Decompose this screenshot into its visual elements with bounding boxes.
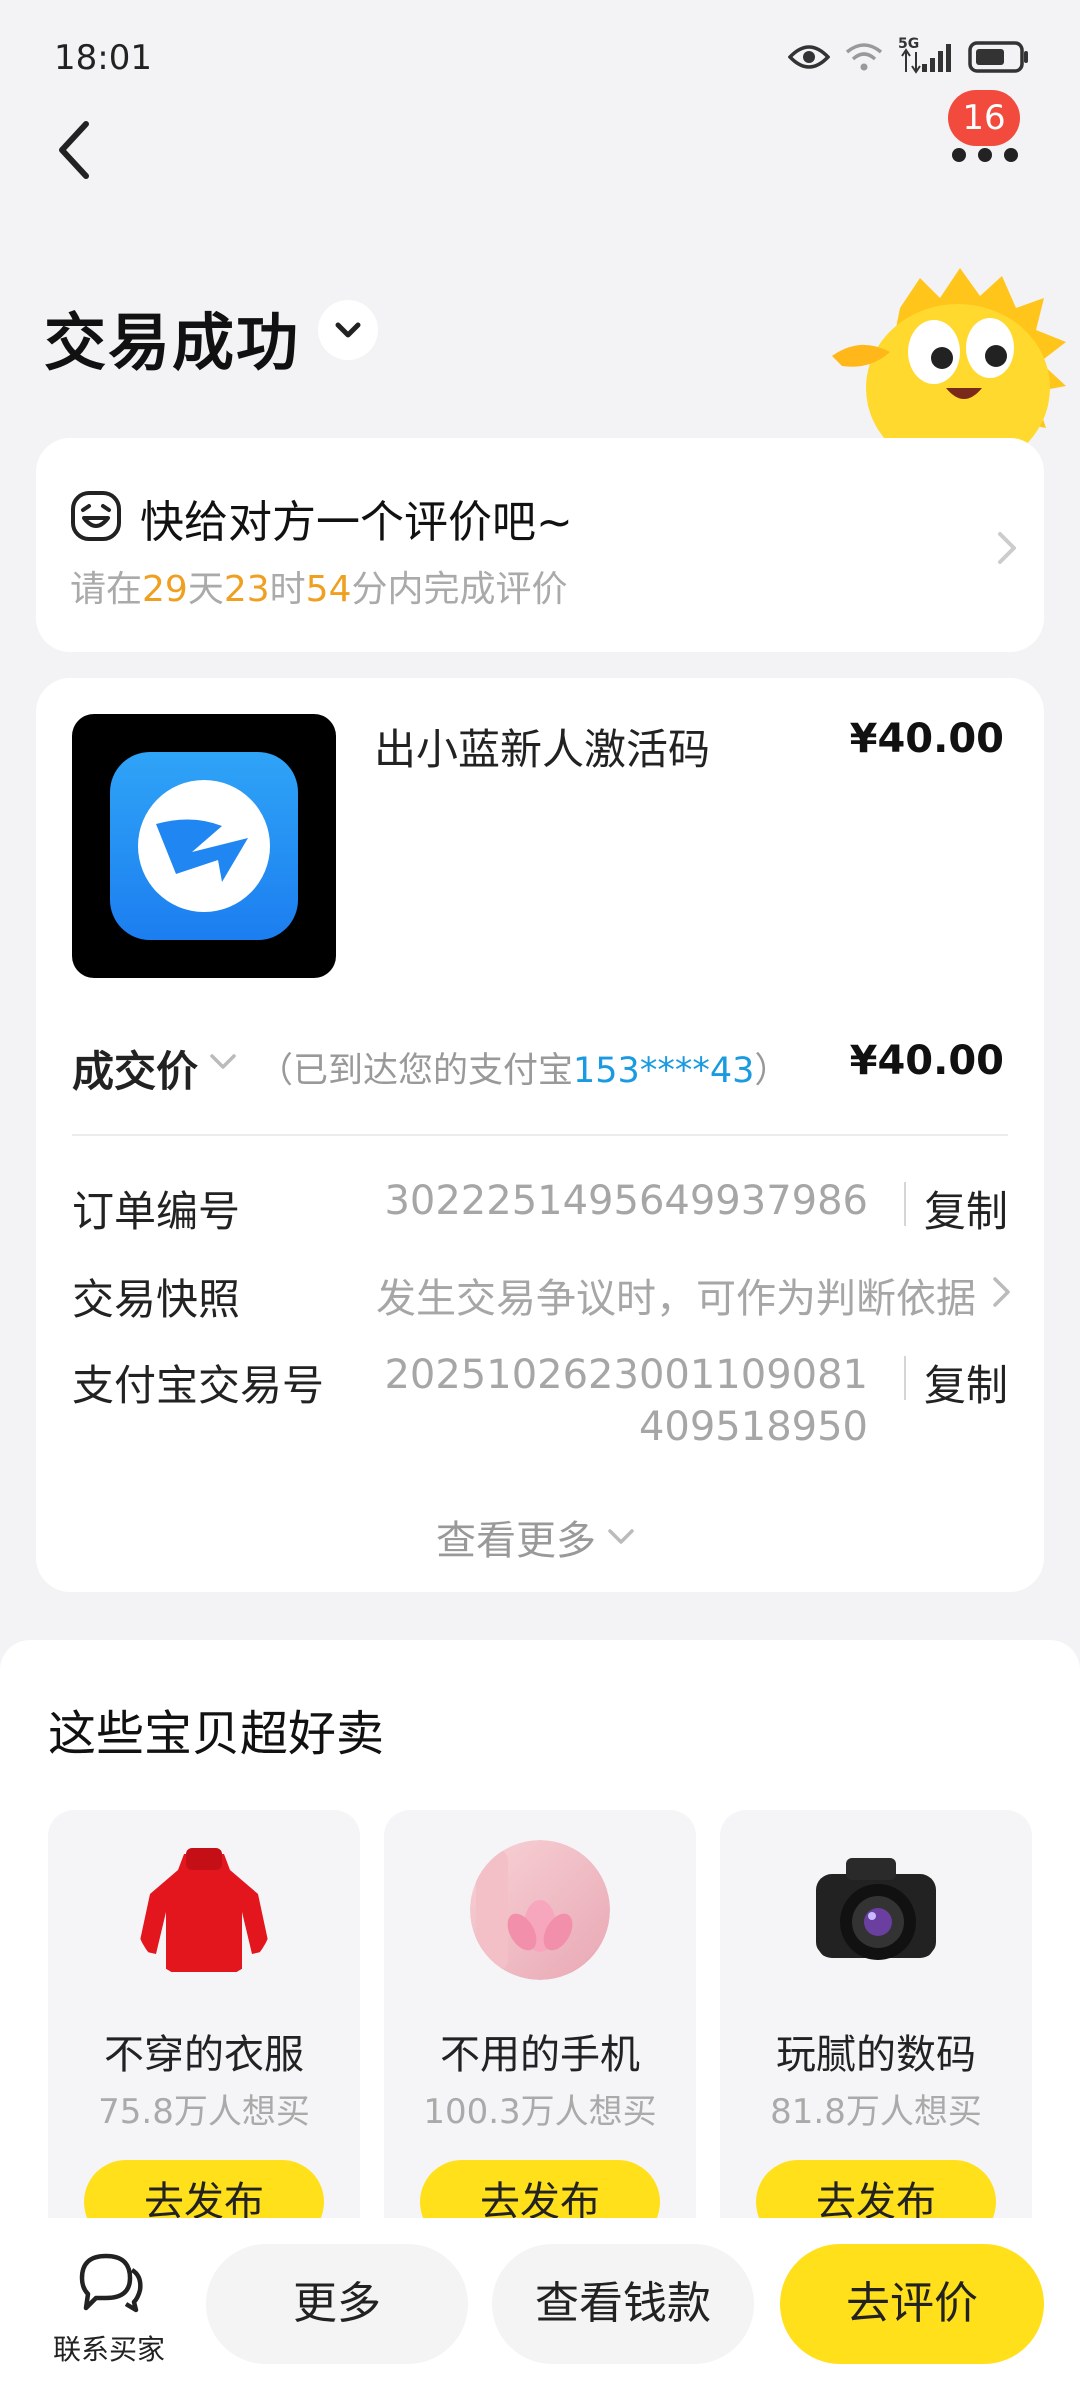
divider (904, 1356, 906, 1400)
divider (72, 1134, 1008, 1136)
chat-icon (79, 2253, 143, 2313)
deal-price-note: （已到达您的支付宝153****43） (258, 1042, 789, 1093)
chevron-right-icon[interactable] (990, 1274, 1014, 1310)
product-price: ¥40.00 (849, 716, 1004, 762)
divider (904, 1182, 906, 1226)
chevron-down-icon[interactable] (208, 1052, 238, 1072)
recommend-title: 这些宝贝超好卖 (48, 1706, 385, 1762)
more-button[interactable]: 更多 (206, 2244, 468, 2364)
see-more-button[interactable]: 查看更多 (436, 1508, 636, 1566)
countdown-suffix: 分内完成评价 (351, 569, 568, 610)
chevron-down-icon (335, 322, 361, 338)
order-number-label: 订单编号 (72, 1187, 241, 1236)
copy-order-number-button[interactable]: 复制 (924, 1178, 1008, 1239)
recommend-card-clothes[interactable]: 不穿的衣服 75.8万人想买 去发布 (48, 1810, 360, 2240)
dot-icon (978, 148, 992, 162)
battery-icon (968, 41, 1028, 73)
copy-alipay-transaction-button[interactable]: 复制 (924, 1352, 1008, 1413)
wifi-icon (845, 43, 883, 71)
recommend-count: 75.8万人想买 (98, 2092, 310, 2132)
contact-buyer-label: 联系买家 (52, 2333, 165, 2366)
smiley-icon (71, 491, 121, 541)
eye-icon (788, 45, 830, 69)
page-title: 交易成功 (44, 306, 301, 379)
write-review-button[interactable]: 去评价 (780, 2244, 1044, 2364)
recommend-card-digital[interactable]: 玩腻的数码 81.8万人想买 去发布 (720, 1810, 1032, 2240)
review-countdown: 请在29天23时54分内完成评价 (70, 560, 568, 612)
review-prompt-title: 快给对方一个评价吧~ (140, 497, 573, 548)
countdown-days-unit: 天 (187, 569, 224, 610)
snapshot-label: 交易快照 (72, 1275, 241, 1324)
chevron-down-icon (608, 1529, 634, 1544)
countdown-days: 29 (142, 569, 188, 610)
countdown-minutes: 54 (305, 569, 352, 610)
order-number-value: 3022251495649937986 (384, 1178, 868, 1224)
camera-image (816, 1858, 936, 1960)
recommend-name: 不穿的衣服 (104, 2032, 304, 2078)
sweater-image (138, 1848, 270, 1972)
title-expand-button[interactable] (318, 300, 378, 360)
recommend-count: 81.8万人想买 (770, 2092, 982, 2132)
see-more-label: 查看更多 (436, 1518, 596, 1564)
status-icons: 5G (788, 36, 1030, 74)
chevron-right-icon (998, 532, 1016, 564)
recommend-count: 100.3万人想买 (423, 2092, 657, 2132)
mascot-illustration (832, 268, 1066, 448)
alipay-transaction-line2: 409518950 (638, 1404, 868, 1450)
view-money-button[interactable]: 查看钱款 (492, 2244, 754, 2364)
back-arrow-icon (59, 121, 89, 179)
alipay-transaction-line1: 202510262300110908​1 (384, 1352, 868, 1398)
deal-note-prefix: （已到达您的支付宝 (258, 1051, 574, 1091)
phone-image (470, 1840, 610, 1980)
blued-app-logo (110, 752, 298, 940)
recommend-card-phone[interactable]: 不用的手机 100.3万人想买 去发布 (384, 1810, 696, 2240)
recommend-name: 玩腻的数码 (776, 2032, 976, 2078)
snapshot-value[interactable]: 发生交易争议时，可作为判断依据 (376, 1266, 976, 1324)
countdown-hours-unit: 时 (269, 569, 306, 610)
alipay-account: 153****43 (573, 1051, 755, 1091)
status-time: 18:01 (54, 38, 152, 78)
back-button[interactable] (46, 112, 102, 188)
contact-buyer-button[interactable]: 联系买家 (44, 2250, 174, 2370)
alipay-transaction-label: 支付宝交易号 (72, 1361, 325, 1410)
countdown-prefix: 请在 (70, 569, 143, 610)
product-name[interactable]: 出小蓝新人激活码 (374, 716, 710, 777)
notification-badge[interactable]: 16 (948, 90, 1020, 146)
deal-note-suffix: ） (754, 1051, 790, 1091)
deal-price-label[interactable]: 成交价 (72, 1038, 198, 1099)
deal-price: ¥40.00 (849, 1038, 1004, 1084)
product-image[interactable] (72, 714, 336, 978)
signal-icon: 5G (898, 36, 954, 74)
countdown-hours: 23 (223, 569, 270, 610)
recommend-name: 不用的手机 (440, 2032, 640, 2078)
dot-icon (1004, 148, 1018, 162)
dot-icon (952, 148, 966, 162)
